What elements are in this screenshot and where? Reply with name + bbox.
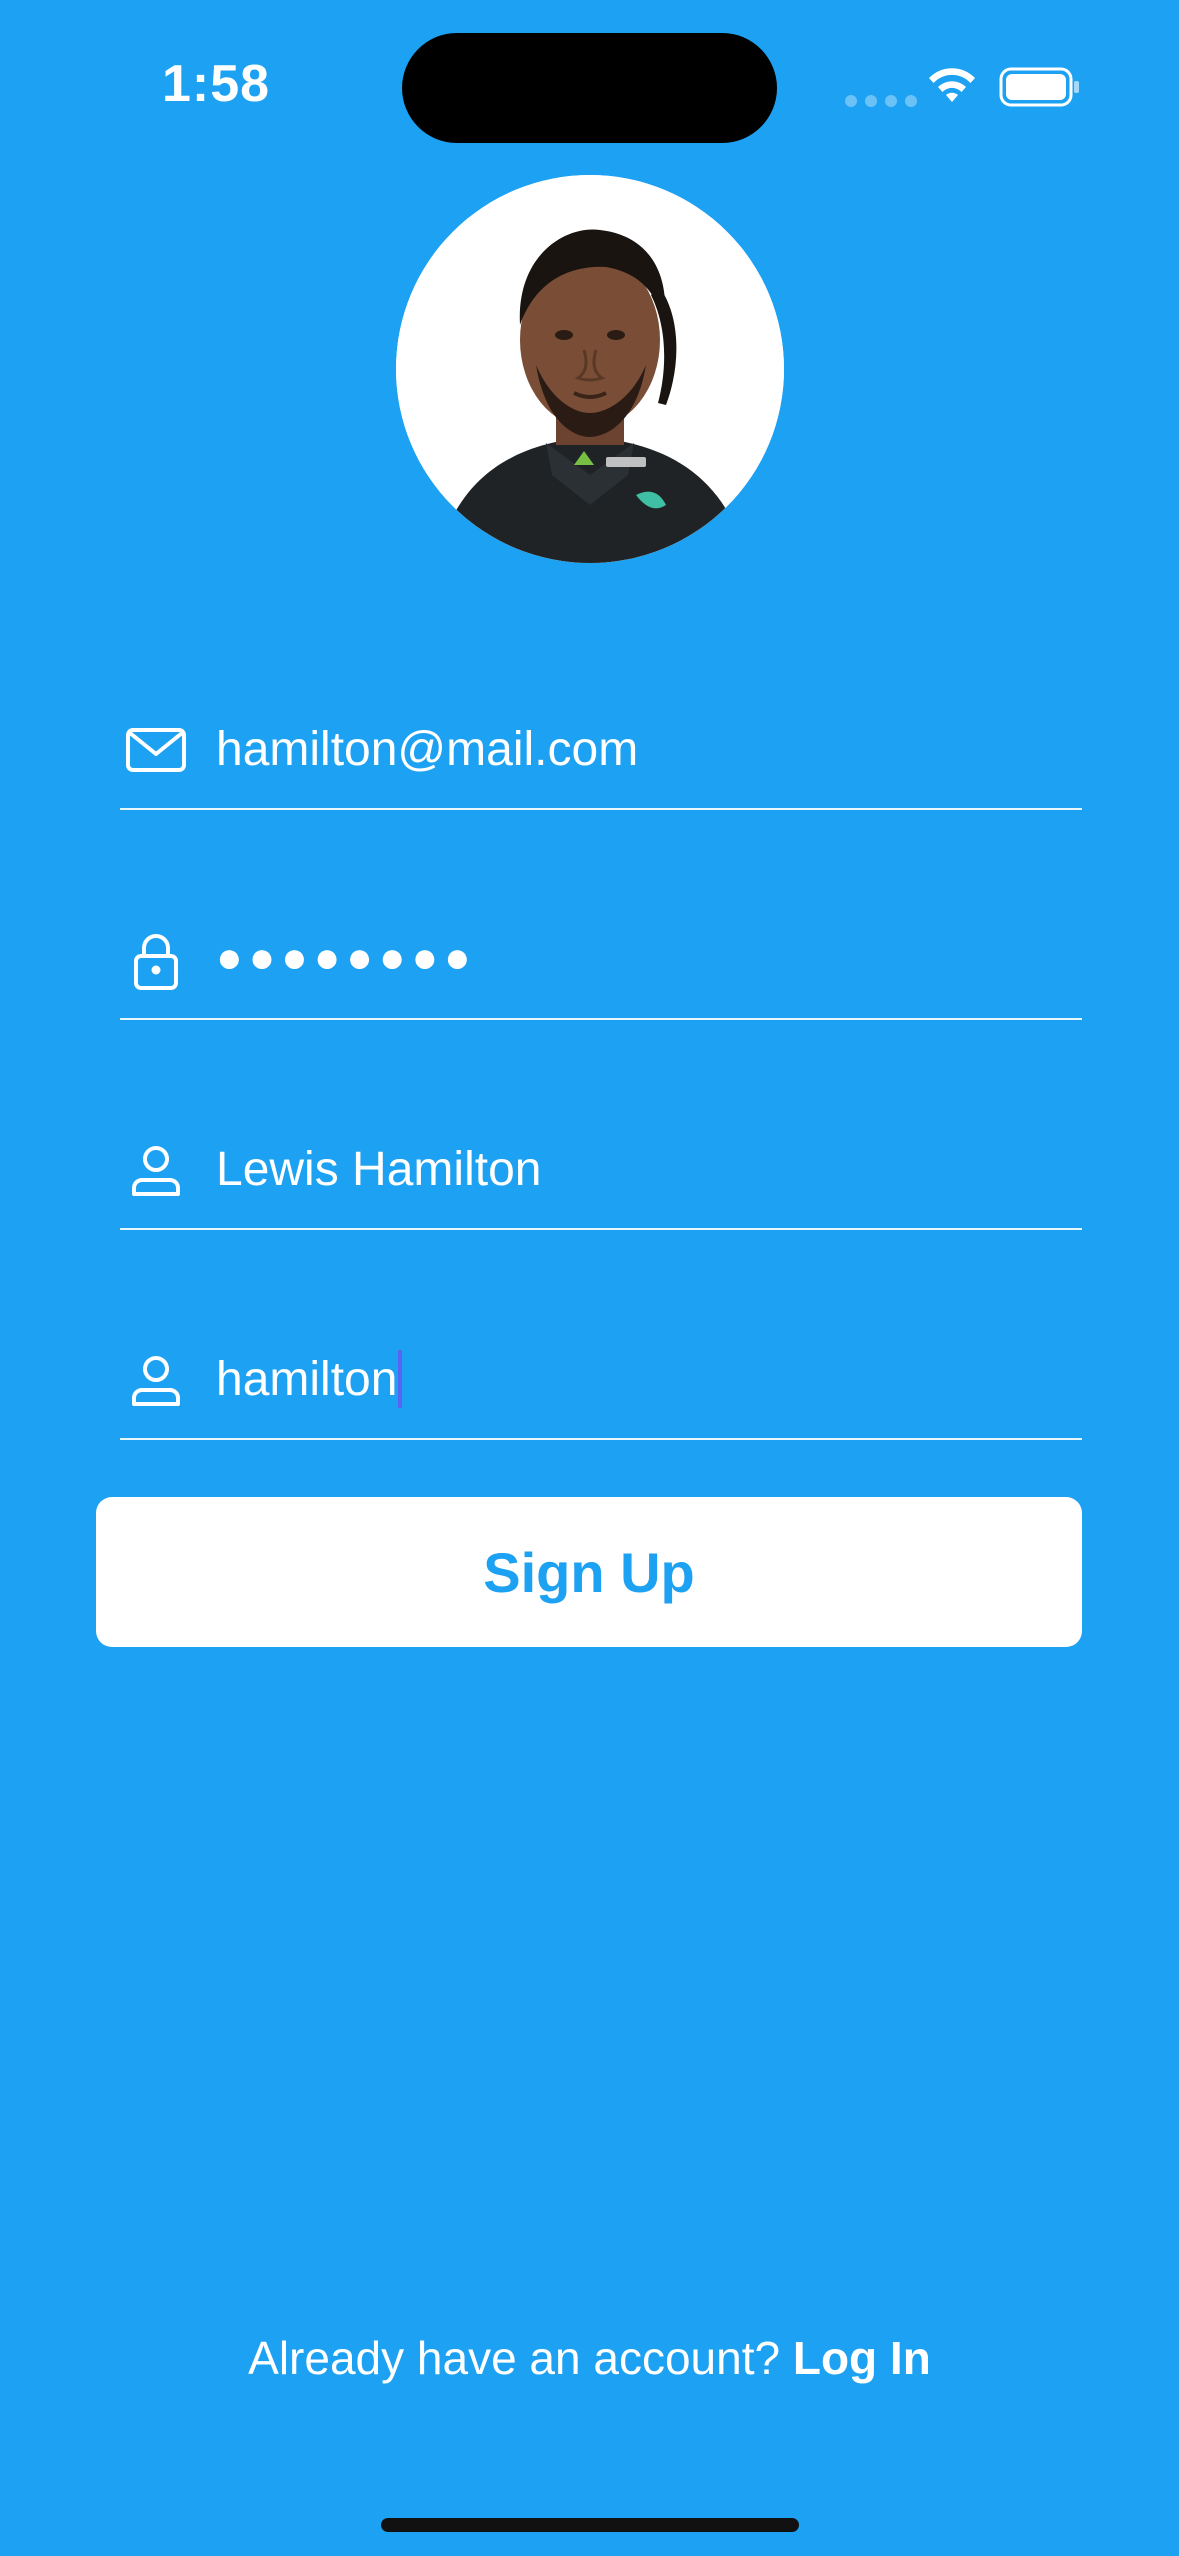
wifi-icon bbox=[929, 68, 975, 102]
password-value[interactable]: ●●●●●●●● bbox=[216, 928, 477, 988]
person-icon bbox=[132, 1146, 180, 1196]
cellular-signal-icon bbox=[845, 95, 917, 107]
username-value[interactable]: hamilton bbox=[216, 1350, 403, 1410]
password-field[interactable]: ●●●●●●●● bbox=[120, 908, 1082, 1020]
login-prompt-text: Already have an account? bbox=[248, 2332, 781, 2384]
login-link[interactable]: Log In bbox=[793, 2332, 931, 2384]
lock-icon bbox=[134, 934, 178, 990]
email-value[interactable]: hamilton@mail.com bbox=[216, 720, 638, 780]
full-name-field[interactable]: Lewis Hamilton bbox=[120, 1118, 1082, 1230]
email-field[interactable]: hamilton@mail.com bbox=[120, 698, 1082, 810]
status-bar: 1:58 bbox=[0, 0, 1179, 150]
text-caret bbox=[398, 1350, 403, 1409]
login-prompt: Already have an account? Log In bbox=[0, 2328, 1179, 2388]
profile-photo bbox=[396, 175, 784, 563]
username-text: hamilton bbox=[216, 1353, 398, 1406]
home-indicator[interactable] bbox=[381, 2518, 799, 2532]
mail-icon bbox=[126, 728, 186, 772]
battery-icon bbox=[999, 67, 1079, 107]
dynamic-island bbox=[402, 33, 777, 143]
signup-button[interactable]: Sign Up bbox=[96, 1497, 1082, 1647]
status-time: 1:58 bbox=[162, 55, 271, 113]
full-name-value[interactable]: Lewis Hamilton bbox=[216, 1140, 541, 1200]
username-field[interactable]: hamilton bbox=[120, 1328, 1082, 1440]
profile-avatar[interactable] bbox=[396, 175, 784, 563]
person-icon bbox=[132, 1356, 180, 1406]
